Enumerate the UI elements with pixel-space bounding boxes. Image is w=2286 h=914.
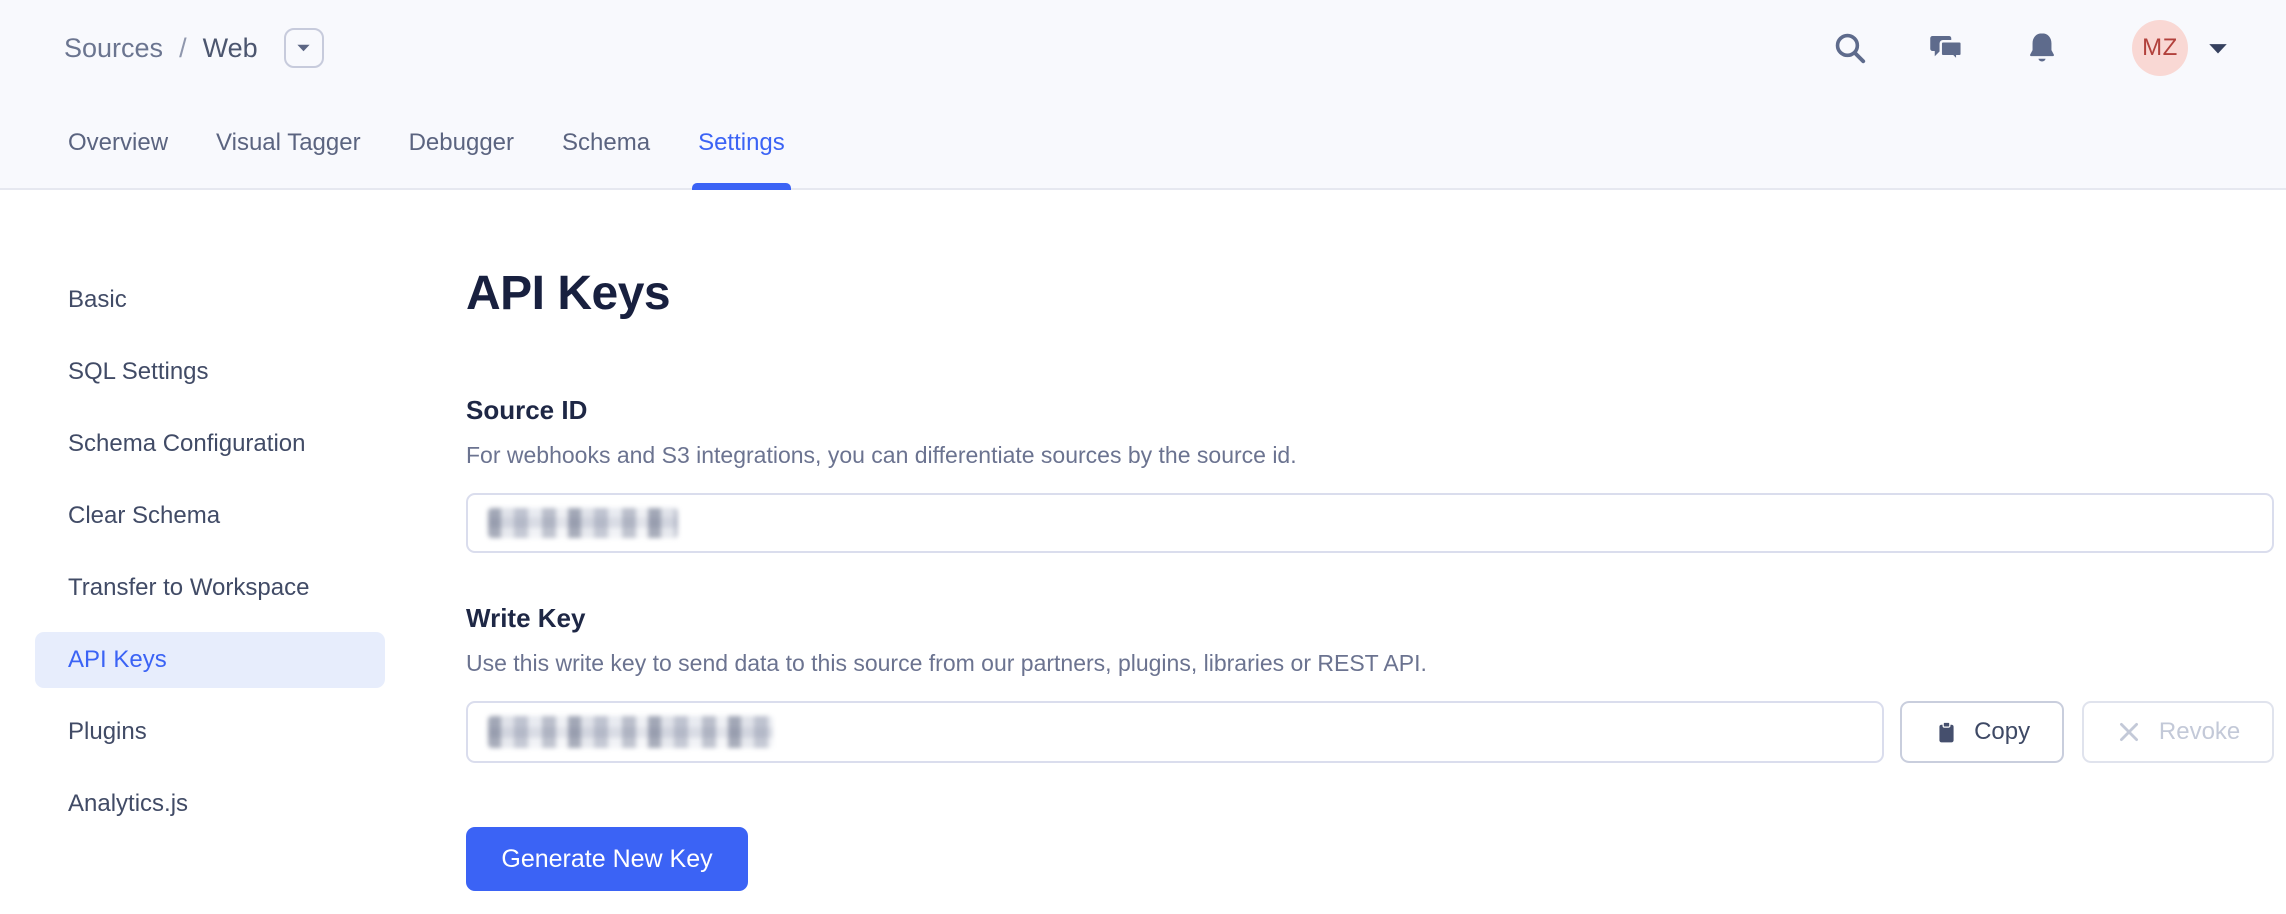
source-id-description: For webhooks and S3 integrations, you ca… <box>466 442 2274 469</box>
write-key-description: Use this write key to send data to this … <box>466 650 2274 677</box>
breadcrumb-sources-link[interactable]: Sources <box>64 33 163 64</box>
write-key-redacted-value <box>488 716 773 748</box>
tab-label: Settings <box>698 129 785 157</box>
main-panel: API Keys Source ID For webhooks and S3 i… <box>466 266 2274 891</box>
app-header: Sources / Web <box>0 0 2286 190</box>
search-icon[interactable] <box>1830 28 1870 68</box>
tab-visual-tagger[interactable]: Visual Tagger <box>216 96 361 190</box>
sidebar-item-label: Clear Schema <box>68 502 220 530</box>
source-id-label: Source ID <box>466 395 2274 426</box>
sidebar-item-label: Basic <box>68 286 127 314</box>
tab-overview[interactable]: Overview <box>68 96 168 190</box>
sidebar-item-basic[interactable]: Basic <box>35 272 385 328</box>
sidebar-item-schema-configuration[interactable]: Schema Configuration <box>35 416 385 472</box>
sidebar-item-plugins[interactable]: Plugins <box>35 704 385 760</box>
chevron-down-icon <box>296 43 311 53</box>
tab-bar: Overview Visual Tagger Debugger Schema Setti… <box>0 96 2286 190</box>
tab-label: Overview <box>68 129 168 157</box>
sidebar-item-label: Plugins <box>68 718 147 746</box>
revoke-button-label: Revoke <box>2159 718 2240 746</box>
tab-debugger[interactable]: Debugger <box>409 96 514 190</box>
sidebar-item-label: Transfer to Workspace <box>68 574 309 602</box>
caret-down-icon <box>2208 42 2228 55</box>
tab-label: Debugger <box>409 129 514 157</box>
write-key-label: Write Key <box>466 603 2274 634</box>
copy-button-label: Copy <box>1974 718 2030 746</box>
tab-label: Schema <box>562 129 650 157</box>
tab-label: Visual Tagger <box>216 129 361 157</box>
clipboard-icon <box>1934 720 1959 745</box>
write-key-input[interactable] <box>466 701 1884 763</box>
breadcrumb: Sources / Web <box>64 28 324 68</box>
sidebar-item-label: SQL Settings <box>68 358 209 386</box>
source-switcher-button[interactable] <box>284 28 324 68</box>
sidebar-item-clear-schema[interactable]: Clear Schema <box>35 488 385 544</box>
write-key-row: Copy Revoke <box>466 701 2274 763</box>
avatar[interactable]: MZ <box>2132 20 2188 76</box>
copy-button[interactable]: Copy <box>1900 701 2064 763</box>
sidebar-item-label: API Keys <box>68 646 167 674</box>
page-title: API Keys <box>466 266 2274 321</box>
topbar-icons: MZ <box>1830 20 2228 76</box>
source-id-input[interactable] <box>466 493 2274 553</box>
revoke-button[interactable]: Revoke <box>2082 701 2274 763</box>
sidebar-item-transfer-to-workspace[interactable]: Transfer to Workspace <box>35 560 385 616</box>
avatar-initials: MZ <box>2142 34 2178 62</box>
sidebar-item-analytics-js[interactable]: Analytics.js <box>35 776 385 832</box>
sidebar-item-sql-settings[interactable]: SQL Settings <box>35 344 385 400</box>
settings-sidebar: Basic SQL Settings Schema Configuration Cle… <box>35 272 385 848</box>
tab-schema[interactable]: Schema <box>562 96 650 190</box>
chat-icon[interactable] <box>1926 28 1966 68</box>
write-key-section: Write Key Use this write key to send dat… <box>466 603 2274 763</box>
breadcrumb-current-source: Web <box>203 33 258 64</box>
x-icon <box>2116 719 2142 745</box>
topbar: Sources / Web <box>0 0 2286 96</box>
sidebar-item-label: Analytics.js <box>68 790 188 818</box>
bell-icon[interactable] <box>2022 28 2062 68</box>
generate-new-key-button[interactable]: Generate New Key <box>466 827 748 891</box>
breadcrumb-separator: / <box>179 33 187 64</box>
sidebar-item-label: Schema Configuration <box>68 430 305 458</box>
tab-settings[interactable]: Settings <box>698 96 785 190</box>
source-id-redacted-value <box>488 508 678 538</box>
sidebar-item-api-keys[interactable]: API Keys <box>35 632 385 688</box>
account-menu[interactable]: MZ <box>2132 20 2228 76</box>
source-id-section: Source ID For webhooks and S3 integratio… <box>466 395 2274 553</box>
